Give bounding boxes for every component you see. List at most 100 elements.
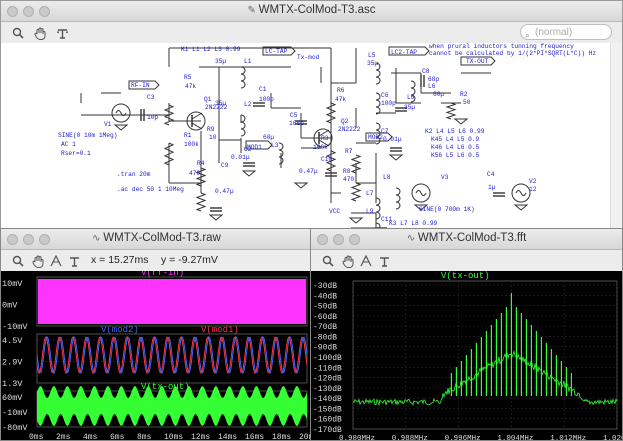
schematic-label: TX-OUT: [466, 58, 489, 65]
schematic-label: 10p: [147, 114, 158, 121]
schematic-label: C9: [221, 162, 229, 169]
schematic-label: 50: [463, 99, 471, 106]
x-tick-label: 4ms: [83, 433, 98, 441]
schematic-label: 0.47µ: [299, 168, 318, 175]
plot-frame: [352, 280, 618, 430]
y-tick-label: -50dB: [313, 303, 337, 312]
schematic-label: AC 1: [61, 141, 76, 148]
y-tick-label: 0mV: [2, 301, 18, 311]
schematic-label: V3: [441, 174, 449, 181]
wrench-icon[interactable]: [65, 252, 83, 270]
trace-name: V(mod2): [101, 325, 139, 335]
hand-icon[interactable]: [31, 24, 49, 42]
schematic-label: 35µ: [215, 58, 226, 65]
wrench-icon[interactable]: [375, 252, 393, 270]
schematic-label: 168p: [289, 120, 304, 127]
magnifier-icon[interactable]: [9, 24, 27, 42]
magnifier-icon[interactable]: [319, 252, 337, 270]
y-tick-label: -70dB: [313, 323, 337, 332]
schematic-drawing[interactable]: K1 L1 L2 L3 0.99 LC-TAP Tx-mod RF-IN R5 47k Q1…: [1, 43, 613, 241]
x-tick-label: 10ms: [164, 433, 183, 441]
schematic-label: R3: [321, 135, 329, 142]
hand-icon[interactable]: [339, 252, 357, 270]
trace-name: V(mod1): [201, 325, 239, 335]
schematic-label: 10: [209, 134, 217, 141]
inductor-l7: [375, 197, 381, 220]
inductor-l2: [240, 114, 246, 137]
schematic-label: R7: [345, 148, 353, 155]
schematic-label: L6: [407, 94, 415, 101]
schematic-label: SINE(0 700m 1K): [419, 206, 475, 213]
schematic-label: L5: [368, 52, 376, 59]
transient-window: ∿ WMTX-ColMod-T3.raw x = 15.27ms y = -9.…: [0, 228, 313, 441]
schematic-window: ✎ WMTX-ColMod-T3.asc ⌕ (normal) K1 L1 L2…: [0, 0, 623, 241]
search-field[interactable]: ⌕ (normal): [520, 24, 612, 40]
trace-name: V(tx-out): [441, 271, 490, 281]
schematic-label: R4: [197, 160, 205, 167]
x-tick-label: 18ms: [272, 433, 291, 441]
schematic-label: Tx-mod: [297, 54, 320, 61]
schematic-label: K1 L1 L2 L3 0.99: [181, 46, 241, 53]
schematic-scrollbar[interactable]: [610, 43, 622, 240]
schematic-label: C6: [381, 92, 389, 99]
transient-toolbar: x = 15.27ms y = -9.27mV: [1, 250, 312, 273]
fft-titlebar[interactable]: ∿ WMTX-ColMod-T3.fft: [311, 229, 622, 250]
waveform-doc-icon: ∿: [92, 233, 104, 244]
x-tick-label: 1.020MHz: [603, 435, 623, 441]
fft-plot[interactable]: V(tx-out) -30dB -40dB -50dB -60dB -70dB -80dB -…: [311, 271, 623, 441]
fft-chart[interactable]: V(tx-out) -30dB-40dB -50dB-60dB-70dB-80dB -…: [311, 271, 623, 441]
schematic-label: K56 L5 L6 0.5: [431, 152, 480, 159]
source-v2: [515, 190, 527, 196]
x-tick-label: 0ms: [29, 433, 44, 441]
schematic-label: R5: [184, 74, 192, 81]
resistor-r2: [445, 102, 457, 120]
y-tick-label: 60mV: [2, 393, 23, 403]
x-tick-label: 2ms: [56, 433, 71, 441]
schematic-label: L7: [366, 190, 374, 197]
wrench-icon[interactable]: [53, 24, 71, 42]
hand-icon[interactable]: [29, 252, 47, 270]
autorange-icon[interactable]: [357, 252, 375, 270]
trace-tx-out: [37, 386, 307, 426]
transistor-q1: [191, 112, 203, 120]
inductor-l1: [240, 66, 246, 89]
schematic-label: 47k: [185, 83, 196, 90]
transient-titlebar[interactable]: ∿ WMTX-ColMod-T3.raw: [1, 229, 312, 250]
schematic-label: VCC: [329, 208, 340, 215]
schematic-label: RF-IN: [131, 82, 150, 89]
schematic-label: SINE(0 10m 1Meg): [58, 132, 117, 139]
y-tick-label: -80dB: [313, 333, 337, 342]
schematic-label: 0.01µ: [383, 136, 402, 143]
schematic-label: K3 L7 L8 0.99: [389, 220, 438, 227]
resistor-r4: [195, 192, 207, 212]
schematic-canvas[interactable]: K1 L1 L2 L3 0.99 LC-TAP Tx-mod RF-IN R5 47k Q1…: [1, 43, 613, 241]
cursor-x-readout: x = 15.27ms: [91, 254, 149, 266]
y-tick-label: 4.5V: [2, 336, 23, 346]
schematic-label: when prural inductors tunning frequency: [429, 43, 574, 50]
y-tick-label: -170dB: [313, 426, 342, 435]
autorange-icon[interactable]: [47, 252, 65, 270]
ground-symbol: [293, 182, 309, 189]
y-tick-label: -120dB: [313, 375, 342, 384]
search-icon: ⌕: [525, 30, 531, 40]
schematic-label: L1: [244, 58, 252, 65]
x-tick-label: 1.004MHz: [497, 435, 533, 441]
schematic-label: K2 L4 L5 L6 0.99: [425, 128, 485, 135]
schematic-label: L8: [383, 174, 391, 181]
window-title: ∿ WMTX-ColMod-T3.fft: [406, 232, 527, 244]
transient-chart[interactable]: 10mV 0mV -10mV V(rf-in) 4.5V 2.9V 1.3V V(mod2) V…: [1, 268, 313, 441]
schematic-label: 35µ: [215, 100, 226, 107]
schematic-label: 100p: [381, 100, 396, 107]
y-tick-label: -30dB: [313, 282, 337, 291]
y-tick-label: -60dB: [313, 313, 337, 322]
y-tick-label: 2.9V: [2, 358, 23, 368]
trace-rf-in: [38, 279, 306, 324]
schematic-label: 100k: [313, 144, 328, 151]
schematic-titlebar[interactable]: ✎ WMTX-ColMod-T3.asc: [1, 1, 622, 22]
window-title: ∿ WMTX-ColMod-T3.raw: [92, 232, 221, 244]
magnifier-icon[interactable]: [9, 252, 27, 270]
y-tick-label: -90dB: [313, 344, 337, 353]
transient-plot[interactable]: 10mV 0mV -10mV V(rf-in) 4.5V 2.9V 1.3V V(mod2) V…: [1, 268, 313, 441]
fft-toolbar: [311, 250, 622, 273]
x-tick-label: 12ms: [191, 433, 210, 441]
